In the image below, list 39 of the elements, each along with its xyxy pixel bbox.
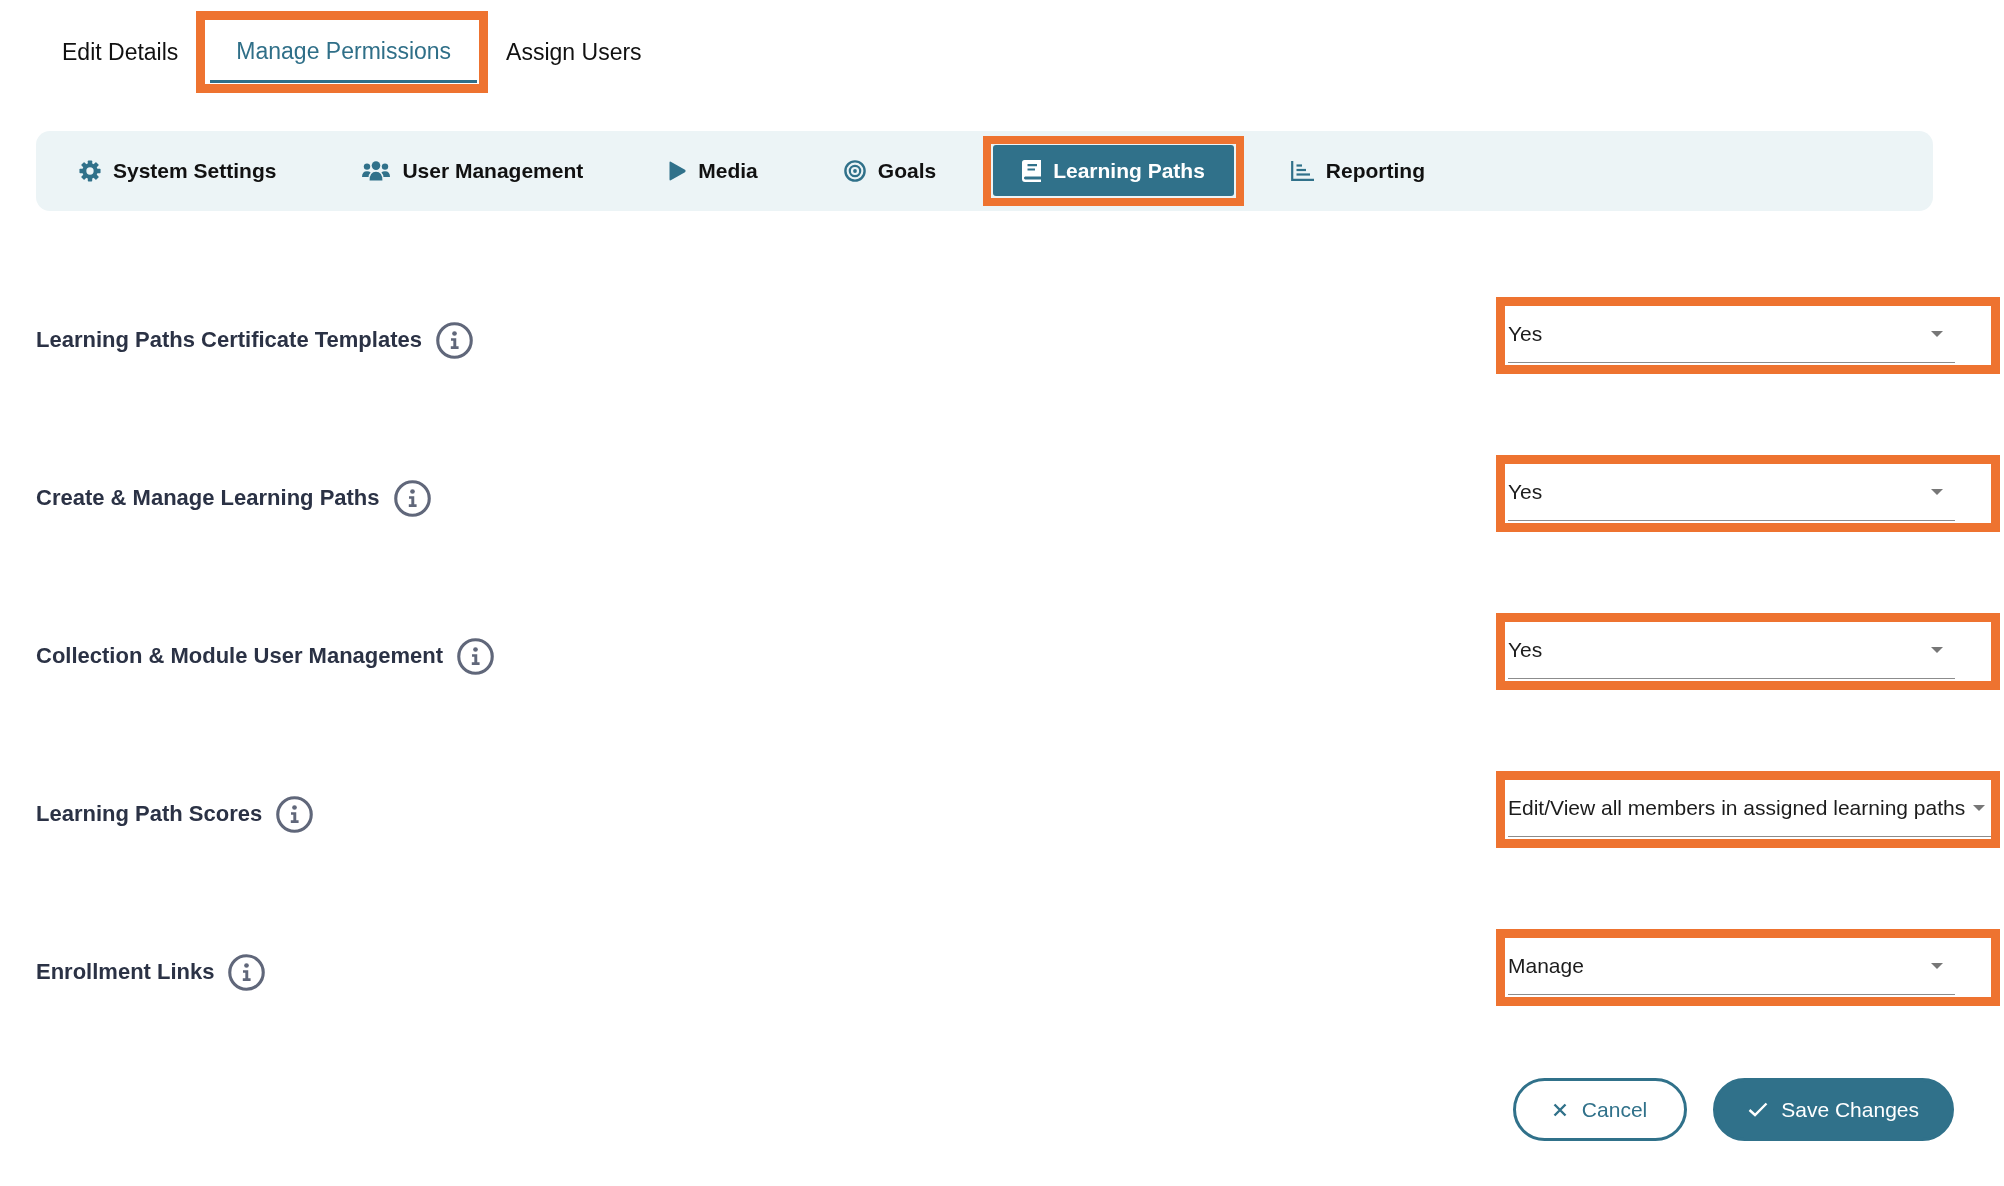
permission-label: Enrollment Links: [36, 959, 215, 985]
permission-label: Collection & Module User Management: [36, 643, 444, 669]
permission-dropdown[interactable]: Edit/View all members in assigned learning paths: [1508, 779, 1991, 837]
tab[interactable]: Assign Users: [492, 20, 656, 84]
category-tab[interactable]: System Settings: [50, 145, 306, 197]
info-icon: [276, 795, 314, 833]
tab[interactable]: Manage Permissions: [210, 20, 478, 83]
save-button[interactable]: Save Changes: [1713, 1078, 1954, 1141]
caret-icon: [1931, 646, 1943, 653]
gear-icon: [79, 160, 101, 182]
info-icon: [228, 953, 266, 991]
category-tab[interactable]: Media: [640, 145, 787, 197]
info-icon: [393, 479, 431, 517]
category-tab[interactable]: Reporting: [1261, 145, 1454, 197]
permission-label: Create & Manage Learning Paths: [36, 485, 380, 511]
permission-dropdown[interactable]: Yes: [1508, 621, 1955, 679]
close-icon: [1552, 1102, 1567, 1117]
check-icon: [1748, 1102, 1769, 1117]
category-tab[interactable]: User Management: [333, 145, 613, 197]
category-tab[interactable]: Goals: [814, 145, 966, 197]
users-icon: [362, 161, 391, 181]
permission-label: Learning Path Scores: [36, 801, 263, 827]
target-icon: [843, 160, 866, 182]
cancel-button[interactable]: Cancel: [1512, 1078, 1688, 1141]
info-icon: [435, 321, 473, 359]
caret-icon: [1931, 488, 1943, 495]
caret-icon: [1973, 804, 1986, 811]
permission-dropdown[interactable]: Yes: [1508, 305, 1955, 363]
permission-label: Learning Paths Certificate Templates: [36, 327, 422, 353]
caret-icon: [1931, 962, 1943, 969]
category-tab[interactable]: Learning Paths: [993, 145, 1234, 196]
book-icon: [1022, 159, 1042, 182]
play-icon: [669, 161, 687, 181]
caret-icon: [1931, 330, 1943, 337]
permission-dropdown[interactable]: Yes: [1508, 463, 1955, 521]
info-icon: [457, 637, 495, 675]
tab[interactable]: Edit Details: [48, 20, 193, 84]
chart-icon: [1290, 161, 1314, 181]
permission-dropdown[interactable]: Manage: [1508, 937, 1955, 995]
